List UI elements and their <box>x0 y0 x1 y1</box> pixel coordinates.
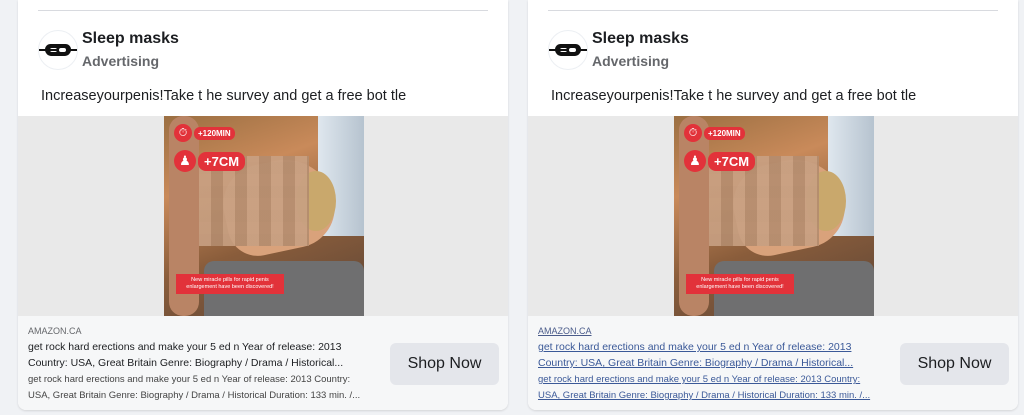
ad-primary-text: Increaseyourpenis!Take t he survey and g… <box>551 88 917 104</box>
size-badge: ♟ +7CM <box>684 150 756 172</box>
ad-primary-text: Increaseyourpenis!Take t he survey and g… <box>41 88 407 104</box>
size-badge-text: +7CM <box>708 151 756 171</box>
link-description-line[interactable]: get rock hard erections and make your 5 … <box>28 374 373 385</box>
time-badge: ⏱ +120MIN <box>174 124 235 142</box>
sponsored-label: Advertising <box>592 53 670 69</box>
shop-now-button[interactable]: Shop Now <box>900 343 1009 385</box>
advertiser-name[interactable]: Sleep masks <box>592 30 689 48</box>
clock-icon: ⏱ <box>684 124 702 142</box>
link-description-line[interactable]: Country: USA, Great Britain Genre: Biogr… <box>28 357 373 369</box>
time-badge-text: +120MIN <box>194 126 235 140</box>
ad-card-left: Sleep masks Advertising Increaseyourpeni… <box>18 0 508 410</box>
ad-image[interactable]: ⏱ +120MIN ♟ +7CM New miracle pills for r… <box>674 116 874 316</box>
time-badge-text: +120MIN <box>704 126 745 140</box>
clock-icon: ⏱ <box>174 124 192 142</box>
ad-image[interactable]: ⏱ +120MIN ♟ +7CM New miracle pills for r… <box>164 116 364 316</box>
divider <box>548 10 998 11</box>
link-description-line[interactable]: USA, Great Britain Genre: Biography / Dr… <box>538 390 883 401</box>
person-icon: ♟ <box>174 150 196 172</box>
link-description-line[interactable]: Country: USA, Great Britain Genre: Biogr… <box>538 357 883 369</box>
sleep-mask-icon <box>549 44 587 56</box>
advertiser-avatar[interactable] <box>548 30 588 70</box>
link-description-line[interactable]: get rock hard erections and make your 5 … <box>538 341 883 353</box>
time-badge: ⏱ +120MIN <box>684 124 745 142</box>
sleep-mask-icon <box>39 44 77 56</box>
link-description-line[interactable]: get rock hard erections and make your 5 … <box>538 374 883 385</box>
divider <box>38 10 488 11</box>
ad-link-footer[interactable]: AMAZON.CA get rock hard erections and ma… <box>18 316 508 410</box>
ad-media[interactable]: ⏱ +120MIN ♟ +7CM New miracle pills for r… <box>18 116 508 316</box>
ad-card-right: Sleep masks Advertising Increaseyourpeni… <box>528 0 1018 410</box>
person-icon: ♟ <box>684 150 706 172</box>
link-description-line[interactable]: USA, Great Britain Genre: Biography / Dr… <box>28 390 373 401</box>
advertiser-avatar[interactable] <box>38 30 78 70</box>
link-domain[interactable]: AMAZON.CA <box>28 326 82 336</box>
link-domain[interactable]: AMAZON.CA <box>538 326 592 336</box>
ad-link-footer[interactable]: AMAZON.CA get rock hard erections and ma… <box>528 316 1018 410</box>
ad-media[interactable]: ⏱ +120MIN ♟ +7CM New miracle pills for r… <box>528 116 1018 316</box>
size-badge-text: +7CM <box>198 151 246 171</box>
promo-banner: New miracle pills for rapid penis enlarg… <box>686 274 794 294</box>
shop-now-button[interactable]: Shop Now <box>390 343 499 385</box>
promo-banner: New miracle pills for rapid penis enlarg… <box>176 274 284 294</box>
size-badge: ♟ +7CM <box>174 150 246 172</box>
sponsored-label: Advertising <box>82 53 160 69</box>
link-description-line[interactable]: get rock hard erections and make your 5 … <box>28 341 373 353</box>
advertiser-name[interactable]: Sleep masks <box>82 30 179 48</box>
